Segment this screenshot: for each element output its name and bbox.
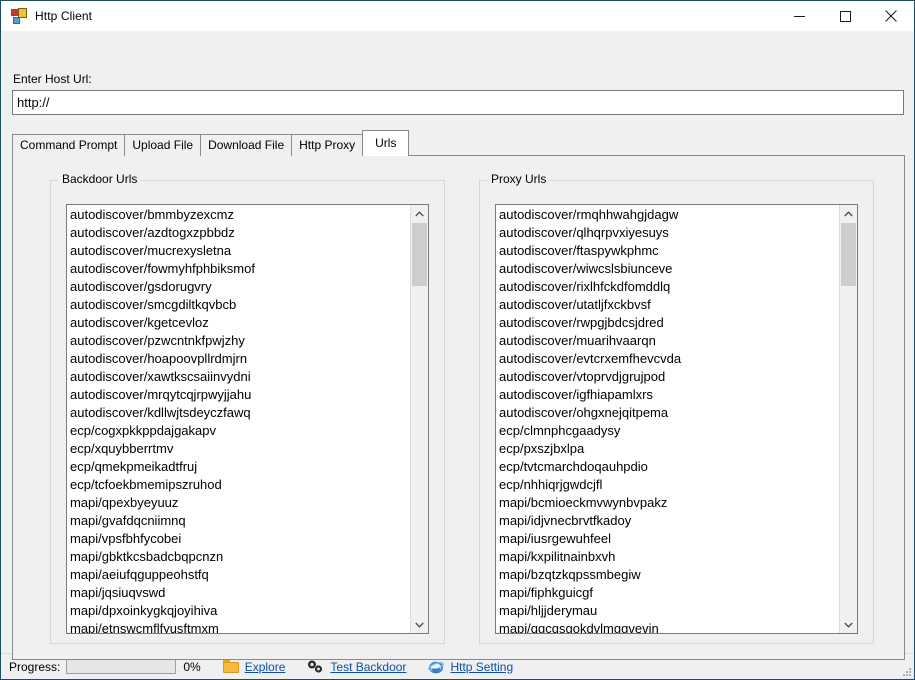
progress-percent: 0% <box>183 659 201 674</box>
proxy_group-item[interactable]: autodiscover/igfhiapamlxrs <box>499 386 839 404</box>
backdoor_group-item[interactable]: mapi/gvafdqcniimnq <box>70 512 410 530</box>
backdoor_group-item[interactable]: autodiscover/fowmyhfphbiksmof <box>70 260 410 278</box>
gears-icon <box>307 660 324 674</box>
tab-http-proxy[interactable]: Http Proxy <box>291 134 364 156</box>
proxy-urls-listbox[interactable]: autodiscover/rmqhhwahgjdagw autodiscover/… <box>495 204 858 634</box>
backdoor_group-item[interactable]: autodiscover/kgetcevloz <box>70 314 410 332</box>
scrollbar-thumb[interactable] <box>841 223 856 286</box>
backdoor-urls-listbox[interactable]: autodiscover/bmmbyzexcmz autodiscover/azd… <box>66 204 429 634</box>
backdoor_group-item[interactable]: mapi/gbktkcsbadcbqpcnzn <box>70 548 410 566</box>
window-controls <box>776 1 914 31</box>
backdoor-urls-items: autodiscover/bmmbyzexcmz autodiscover/azd… <box>67 205 410 633</box>
folder-icon <box>222 660 239 673</box>
proxy_group-item[interactable]: mapi/kxpilitnainbxvh <box>499 548 839 566</box>
app-icon <box>11 8 27 24</box>
proxy-urls-items: autodiscover/rmqhhwahgjdagw autodiscover/… <box>496 205 839 633</box>
scroll-down-icon[interactable] <box>411 616 428 633</box>
proxy_group-item[interactable]: autodiscover/utatljfxckbvsf <box>499 296 839 314</box>
tab-strip: Command Prompt Upload File Download File… <box>12 130 905 156</box>
backdoor_group-item[interactable]: mapi/etnswcmflfyusftmxm <box>70 620 410 633</box>
scroll-up-icon[interactable] <box>411 205 428 222</box>
proxy_group-item[interactable]: autodiscover/rmqhhwahgjdagw <box>499 206 839 224</box>
tab-command-prompt[interactable]: Command Prompt <box>12 134 126 156</box>
backdoor_group-item[interactable]: mapi/vpsfbhfycobei <box>70 530 410 548</box>
proxy_group-item[interactable]: autodiscover/ohgxnejqitpema <box>499 404 839 422</box>
proxy_group-item[interactable]: ecp/tvtcmarchdoqauhpdio <box>499 458 839 476</box>
explore-label: Explore <box>244 659 286 674</box>
proxy_group-item[interactable]: mapi/bzqtzkqpssmbegiw <box>499 566 839 584</box>
proxy_group-item[interactable]: autodiscover/muarihvaarqn <box>499 332 839 350</box>
backdoor_group-item[interactable]: autodiscover/mrqytcqjrpwyjjahu <box>70 386 410 404</box>
proxy_group-item[interactable]: mapi/bcmioeckmvwynbvpakz <box>499 494 839 512</box>
backdoor_group-item[interactable]: mapi/qpexbyeyuuz <box>70 494 410 512</box>
proxy_group-item[interactable]: autodiscover/wiwcslsbiunceve <box>499 260 839 278</box>
proxy_group-item[interactable]: autodiscover/evtcrxemfhevcvda <box>499 350 839 368</box>
proxy_group-item[interactable]: autodiscover/qlhqrpvxiyesuys <box>499 224 839 242</box>
title-bar: Http Client <box>1 1 914 31</box>
proxy_group-item[interactable]: ecp/clmnphcgaadysy <box>499 422 839 440</box>
http-setting-button[interactable]: Http Setting <box>428 659 513 675</box>
backdoor_group-item[interactable]: ecp/xquybberrtmv <box>70 440 410 458</box>
internet-explorer-icon <box>428 659 445 675</box>
explore-button[interactable]: Explore <box>222 659 286 674</box>
host-url-input[interactable] <box>12 90 904 115</box>
proxy_group-item[interactable]: mapi/qgcqsgokdvlmggvevin <box>499 620 839 633</box>
backdoor_group-item[interactable]: autodiscover/smcgdiltkqvbcb <box>70 296 410 314</box>
progress-label: Progress: <box>9 659 61 674</box>
close-icon[interactable] <box>868 1 914 31</box>
backdoor_group-item[interactable]: autodiscover/kdllwjtsdeyczfawq <box>70 404 410 422</box>
backdoor_group-item[interactable]: autodiscover/azdtogxzpbbdz <box>70 224 410 242</box>
tab-upload-file[interactable]: Upload File <box>124 134 202 156</box>
tab-urls[interactable]: Urls <box>362 130 410 156</box>
backdoor_group-item[interactable]: ecp/cogxpkkppdajgakapv <box>70 422 410 440</box>
minimize-icon[interactable] <box>776 1 822 31</box>
backdoor_group-item[interactable]: autodiscover/gsdorugvry <box>70 278 410 296</box>
backdoor_group-item[interactable]: mapi/dpxoinkygkqjoyihiva <box>70 602 410 620</box>
backdoor_group-item[interactable]: autodiscover/mucrexysletna <box>70 242 410 260</box>
proxy_group-item[interactable]: mapi/idjvnecbrvtfkadoy <box>499 512 839 530</box>
backdoor_group-item[interactable]: autodiscover/xawtkscsaiinvydni <box>70 368 410 386</box>
backdoor_group-item[interactable]: autodiscover/hoapoovpllrdmjrn <box>70 350 410 368</box>
proxy_group-item[interactable]: ecp/nhhiqrjgwdcjfl <box>499 476 839 494</box>
scroll-down-icon[interactable] <box>840 616 857 633</box>
test-backdoor-label: Test Backdoor <box>330 659 407 674</box>
proxy-urls-title: Proxy Urls <box>487 172 551 187</box>
proxy_group-item[interactable]: autodiscover/ftaspywkphmc <box>499 242 839 260</box>
backdoor_group-item[interactable]: mapi/jqsiuqvswd <box>70 584 410 602</box>
backdoor_group-item[interactable]: ecp/qmekpmeikadtfruj <box>70 458 410 476</box>
proxy_group-item[interactable]: mapi/hljjderymau <box>499 602 839 620</box>
maximize-icon[interactable] <box>822 1 868 31</box>
proxy-urls-group: Proxy Urls autodiscover/rmqhhwahgjdagw au… <box>479 172 874 644</box>
backdoor_group-item[interactable]: ecp/tcfoekbmemipszruhod <box>70 476 410 494</box>
backdoor-scrollbar[interactable] <box>410 205 428 633</box>
client-area: Enter Host Url: Command Prompt Upload Fi… <box>1 31 914 660</box>
http-client-window: Http Client Enter Host Url: Command Prom… <box>0 0 915 680</box>
proxy_group-item[interactable]: mapi/fiphkguicgf <box>499 584 839 602</box>
host-url-label: Enter Host Url: <box>13 72 92 86</box>
backdoor_group-item[interactable]: autodiscover/bmmbyzexcmz <box>70 206 410 224</box>
scroll-up-icon[interactable] <box>840 205 857 222</box>
backdoor_group-item[interactable]: autodiscover/pzwcntnkfpwjzhy <box>70 332 410 350</box>
proxy_group-item[interactable]: autodiscover/rwpgjbdcsjdred <box>499 314 839 332</box>
resize-grip[interactable] <box>900 665 912 677</box>
proxy-scrollbar[interactable] <box>839 205 857 633</box>
proxy_group-item[interactable]: autodiscover/vtoprvdjgrujpod <box>499 368 839 386</box>
test-backdoor-button[interactable]: Test Backdoor <box>307 660 406 674</box>
proxy_group-item[interactable]: mapi/iusrgewuhfeel <box>499 530 839 548</box>
window-title: Http Client <box>35 9 93 23</box>
scrollbar-thumb[interactable] <box>412 223 427 286</box>
progress-bar <box>66 659 177 674</box>
tab-page-urls: Backdoor Urls autodiscover/bmmbyzexcmz au… <box>12 155 905 660</box>
backdoor_group-item[interactable]: mapi/aeiufqguppeohstfq <box>70 566 410 584</box>
backdoor-urls-group: Backdoor Urls autodiscover/bmmbyzexcmz au… <box>50 172 445 644</box>
http-setting-label: Http Setting <box>450 659 514 674</box>
proxy_group-item[interactable]: ecp/pxszjbxlpa <box>499 440 839 458</box>
tab-download-file[interactable]: Download File <box>200 134 293 156</box>
proxy_group-item[interactable]: autodiscover/rixlhfckdfomddlq <box>499 278 839 296</box>
backdoor-urls-title: Backdoor Urls <box>58 172 142 187</box>
